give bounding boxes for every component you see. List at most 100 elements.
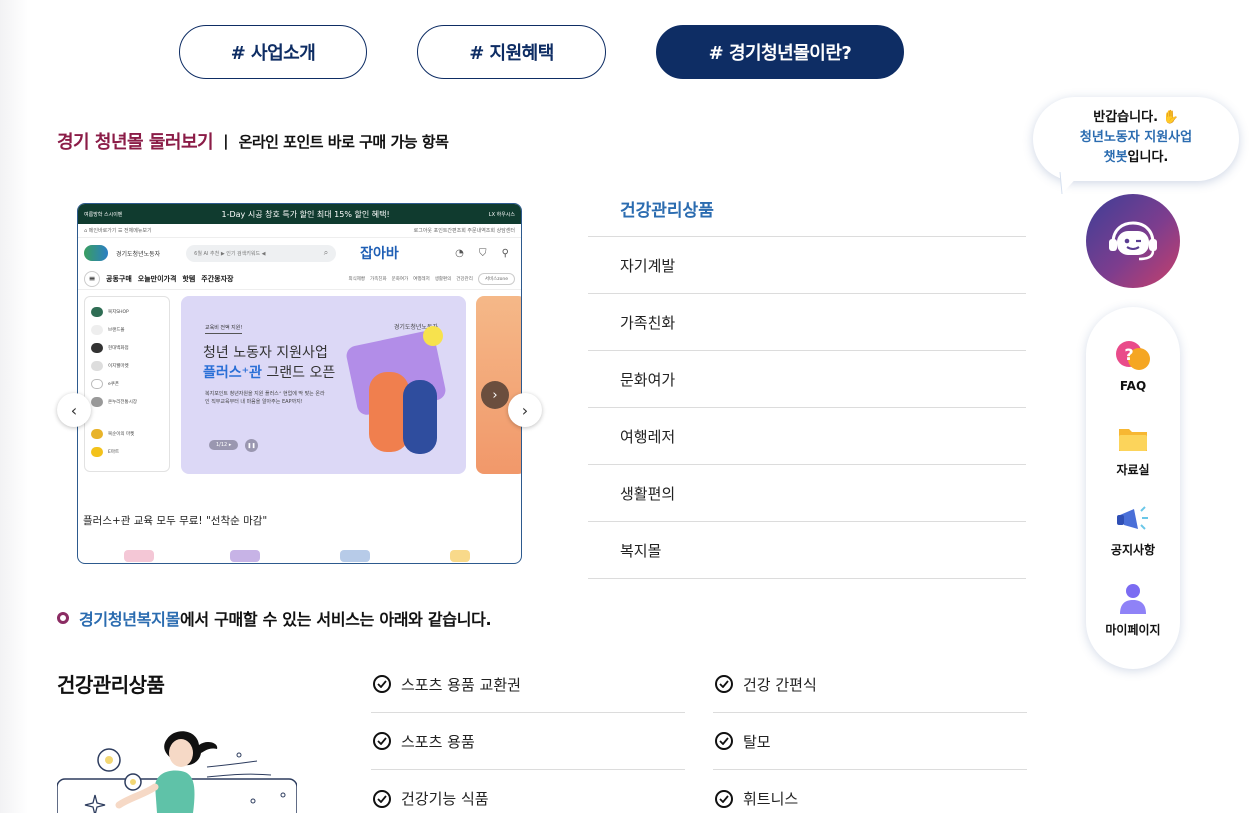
waving-hand-icon: ✋: [1162, 110, 1179, 125]
faq-icon: ?: [1114, 339, 1152, 375]
category-welfare-mall[interactable]: 복지몰: [588, 522, 1026, 579]
preview-nav: ≡ 공동구매 오늘만이가격 핫템 주간몽자장 외식제빵 가족친화 문화여가 여행…: [78, 268, 521, 290]
user-icon: [1114, 581, 1152, 617]
product-item: 휘트니스: [713, 770, 1027, 813]
quick-archive[interactable]: 자료실: [1086, 421, 1180, 478]
product-column-1: 스포츠 용품 교환권 스포츠 용품 건강기능 식품: [371, 656, 685, 813]
preview-nav-small-item: 여행레저: [413, 276, 430, 282]
banner-pause-icon: ❚❚: [245, 439, 258, 452]
preview-menu-icon: ≡: [84, 270, 100, 287]
tab-business-intro[interactable]: # 사업소개: [179, 25, 367, 79]
preview-shop-item: E마트: [91, 443, 163, 461]
preview-shop-item: 복순이의 마켓: [91, 425, 163, 443]
carousel-prev-button[interactable]: ‹: [57, 393, 91, 427]
preview-logo-text: 경기도청년노동자: [116, 250, 161, 258]
preview-main-banner: 교육비 전액 지원! 경기도청년노동자 청년 노동자 지원사업 플러스⁺관 그랜…: [181, 296, 466, 474]
carousel-next-button[interactable]: ›: [508, 393, 542, 427]
heading-separator: |: [223, 132, 229, 150]
category-travel[interactable]: 여행레저: [588, 408, 1026, 465]
folder-icon: [1114, 421, 1152, 457]
tab-youth-mall[interactable]: # 경기청년몰이란?: [656, 25, 904, 79]
chatbot-line2: 청년노동자 지원사업: [1079, 130, 1193, 145]
svg-text:?: ?: [1124, 345, 1133, 364]
preview-caption: 플러스+관 교육 모두 무료! "선착순 마감": [83, 515, 268, 527]
preview-nav-small-item: 외식제빵: [348, 276, 366, 282]
chatbot-line3: 챗봇입니다.: [1103, 150, 1169, 165]
heading-sub: 온라인 포인트 바로 구매 가능 항목: [238, 132, 449, 151]
preview-nav-item: 오늘만이가격: [137, 274, 177, 283]
quick-notice[interactable]: 공지사항: [1086, 501, 1180, 558]
info-text: 경기청년복지몰에서 구매할 수 있는 서비스는 아래와 같습니다.: [79, 610, 492, 629]
quick-mypage[interactable]: 마이페이지: [1086, 581, 1180, 638]
left-edge-shade: [0, 0, 28, 813]
category-self-development[interactable]: 자기계발: [588, 237, 1026, 294]
category-culture[interactable]: 문화여가: [588, 351, 1026, 408]
preview-thumbnails: [118, 550, 488, 563]
preview-crumb-right: 로그아웃 포인트간편조회 주문내역조회 상담센터: [413, 228, 515, 234]
category-living[interactable]: 생활편의: [588, 465, 1026, 522]
preview-promo-badge: 여름방학 스시이벤: [84, 211, 123, 218]
preview-shop-item: 복지SHOP: [91, 303, 163, 321]
preview-shop-item: 브랜드몰: [91, 321, 163, 339]
mall-preview-screenshot: 여름방학 스시이벤 1-Day 시공 창호 특가 할인 최대 15% 할인 혜택…: [77, 203, 522, 564]
preview-nav-small-item: 건강관리: [456, 276, 473, 282]
preview-search-placeholder: 6월 AI 추천 ▶ 인기 검색키워드 ◀: [194, 250, 266, 257]
preview-header-icons: ◔ ⛉ ⚲: [455, 247, 515, 259]
chatbot-headset-icon: [1109, 221, 1157, 261]
chatbot-line1: 반갑습니다. ✋: [1093, 110, 1179, 125]
preview-shop-item: e쿠폰: [91, 375, 163, 393]
category-family[interactable]: 가족친화: [588, 294, 1026, 351]
check-circle-icon: [715, 675, 733, 693]
check-circle-icon: [373, 732, 391, 750]
runner-illustration: [57, 725, 297, 813]
quick-faq[interactable]: ? FAQ: [1086, 339, 1180, 393]
banner-label: 교육비 전액 지원!: [205, 324, 243, 334]
check-circle-icon: [715, 789, 733, 808]
quick-menu: ? FAQ 자료실 공지사항 마이페이지: [1086, 307, 1180, 669]
preview-search-box: 6월 AI 추천 ▶ 인기 검색키워드 ◀ ⌕: [186, 244, 337, 262]
banner-page-indicator: 1/12 ▸: [209, 440, 239, 450]
preview-search-icon: ⌕: [323, 248, 329, 257]
preview-nav-small-item: 가족친화: [370, 276, 387, 282]
preview-nav-item: 공동구매: [106, 274, 132, 283]
preview-nav-small-item: 생활편의: [434, 276, 452, 282]
tab-support-benefits[interactable]: # 지원혜택: [417, 25, 606, 79]
check-circle-icon: [373, 675, 391, 693]
preview-jaba-logo: 잡아바: [360, 246, 399, 262]
product-item: 스포츠 용품 교환권: [371, 656, 685, 713]
product-item: 건강기능 식품: [371, 770, 685, 813]
preview-crumb-left: ⌂ 메인바로가기 ☰ 전체메뉴보기: [84, 228, 152, 234]
banner-title-line2: 플러스⁺관 그랜드 오픈: [203, 365, 336, 381]
section-heading: 경기 청년몰 둘러보기 | 온라인 포인트 바로 구매 가능 항목: [57, 128, 449, 154]
preview-service-select: 서비스zone: [477, 272, 515, 285]
product-item: 탈모: [713, 713, 1027, 770]
heading-main: 경기 청년몰 둘러보기: [57, 132, 214, 153]
chatbot-bubble-tail: [1059, 170, 1080, 195]
preview-nav-small-item: 문화여가: [391, 276, 409, 282]
chatbot-button[interactable]: [1086, 194, 1180, 288]
category-health[interactable]: 건강관리상품: [588, 180, 1026, 237]
preview-nav-small: 외식제빵 가족친화 문화여가 여행레저 생활편의 건강관리 서비스zone: [348, 272, 515, 285]
preview-header: 경기도청년노동자 6월 AI 추천 ▶ 인기 검색키워드 ◀ ⌕ 잡아바 ◔ ⛉…: [78, 238, 521, 268]
preview-nav-item: 주간몽자장: [201, 274, 234, 283]
preview-nav-item: 핫템: [182, 274, 196, 283]
category-list: 건강관리상품 자기계발 가족친화 문화여가 여행레저 생활편의 복지몰: [588, 180, 1026, 579]
preview-shop-item: 이지웰마켓: [91, 357, 163, 375]
preview-shop-item: 온누리전통시장: [91, 393, 163, 411]
product-column-2: 건강 간편식 탈모 휘트니스: [713, 656, 1027, 813]
check-circle-icon: [373, 789, 391, 808]
chatbot-greeting-bubble: 반갑습니다. ✋ 청년노동자 지원사업 챗봇입니다.: [1033, 97, 1239, 181]
preview-promo-brand: LX 하우시스: [488, 211, 515, 218]
preview-shop-list: 복지SHOP 브랜드몰 현대백화점 이지웰마켓 e쿠폰 온누리전통시장 복순이의…: [84, 296, 170, 472]
bullet-ring-icon: [57, 612, 69, 624]
preview-shop-item: 현대백화점: [91, 339, 163, 357]
preview-logo-icon: [84, 245, 108, 261]
banner-title-line1: 청년 노동자 지원사업: [203, 345, 328, 361]
preview-promo-bar: 여름방학 스시이벤 1-Day 시공 창호 특가 할인 최대 15% 할인 혜택…: [78, 204, 521, 224]
megaphone-icon: [1114, 501, 1152, 537]
preview-main: 복지SHOP 브랜드몰 현대백화점 이지웰마켓 e쿠폰 온누리전통시장 복순이의…: [78, 290, 521, 490]
banner-description: 복지포인트 청년자원을 지원 플러스⁺ 현업에 딱 맞는 온라인 직무교육부터 …: [205, 391, 325, 405]
preview-utility-bar: ⌂ 메인바로가기 ☰ 전체메뉴보기 로그아웃 포인트간편조회 주문내역조회 상담…: [78, 224, 521, 238]
product-item: 스포츠 용품: [371, 713, 685, 770]
product-section-title: 건강관리상품: [57, 673, 165, 697]
